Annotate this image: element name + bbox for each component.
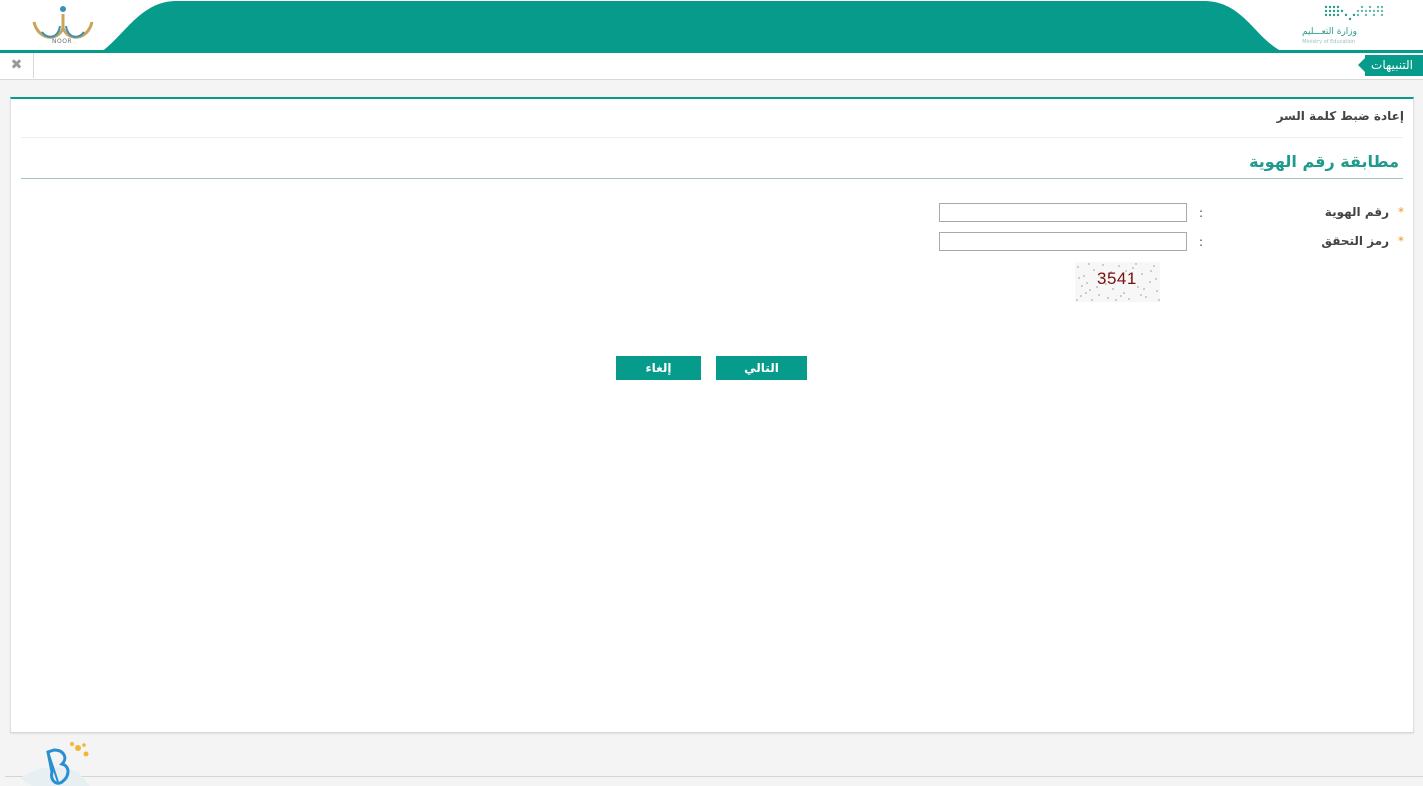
reset-password-panel: إعادة ضبط كلمة السر مطابقة رقم الهوية * … bbox=[10, 97, 1414, 733]
top-header: NOOR وزارة التعـــليم Ministry of Educat… bbox=[0, 0, 1423, 53]
cancel-button[interactable]: إلغاء bbox=[616, 356, 701, 380]
title-divider bbox=[21, 137, 1403, 138]
id-number-row: * رقم الهوية : bbox=[11, 203, 1413, 225]
label-colon: : bbox=[1199, 235, 1204, 249]
ministry-name-arabic: وزارة التعـــليم bbox=[1301, 27, 1357, 37]
captcha-code-row: * رمز التحقق : bbox=[11, 232, 1413, 254]
captcha-code-input[interactable] bbox=[939, 232, 1187, 251]
header-teal-band bbox=[0, 1, 1423, 53]
captcha-code-label: رمز التحقق bbox=[1321, 234, 1389, 248]
id-number-input[interactable] bbox=[939, 203, 1187, 222]
captcha-image[interactable]: 3541 bbox=[1075, 262, 1160, 302]
id-number-label: رقم الهوية bbox=[1324, 205, 1389, 219]
captcha-text: 3541 bbox=[1097, 269, 1137, 288]
next-button[interactable]: التالي bbox=[716, 356, 807, 380]
footer-logo-icon bbox=[20, 742, 90, 786]
noor-logo-text: NOOR bbox=[52, 38, 73, 45]
required-mark: * bbox=[1398, 205, 1404, 219]
label-colon: : bbox=[1199, 206, 1204, 220]
close-alerts-icon[interactable]: ✖ bbox=[0, 53, 34, 78]
section-title: مطابقة رقم الهوية bbox=[1249, 152, 1399, 171]
footer-divider bbox=[5, 776, 1423, 777]
page-title: إعادة ضبط كلمة السر bbox=[1276, 109, 1404, 123]
alerts-label[interactable]: التنبيهات bbox=[1358, 55, 1423, 76]
alerts-bar: ✖ التنبيهات bbox=[0, 53, 1423, 80]
section-divider bbox=[21, 178, 1403, 179]
ministry-name-english: Ministry of Education bbox=[1302, 39, 1355, 45]
required-mark: * bbox=[1398, 234, 1404, 248]
